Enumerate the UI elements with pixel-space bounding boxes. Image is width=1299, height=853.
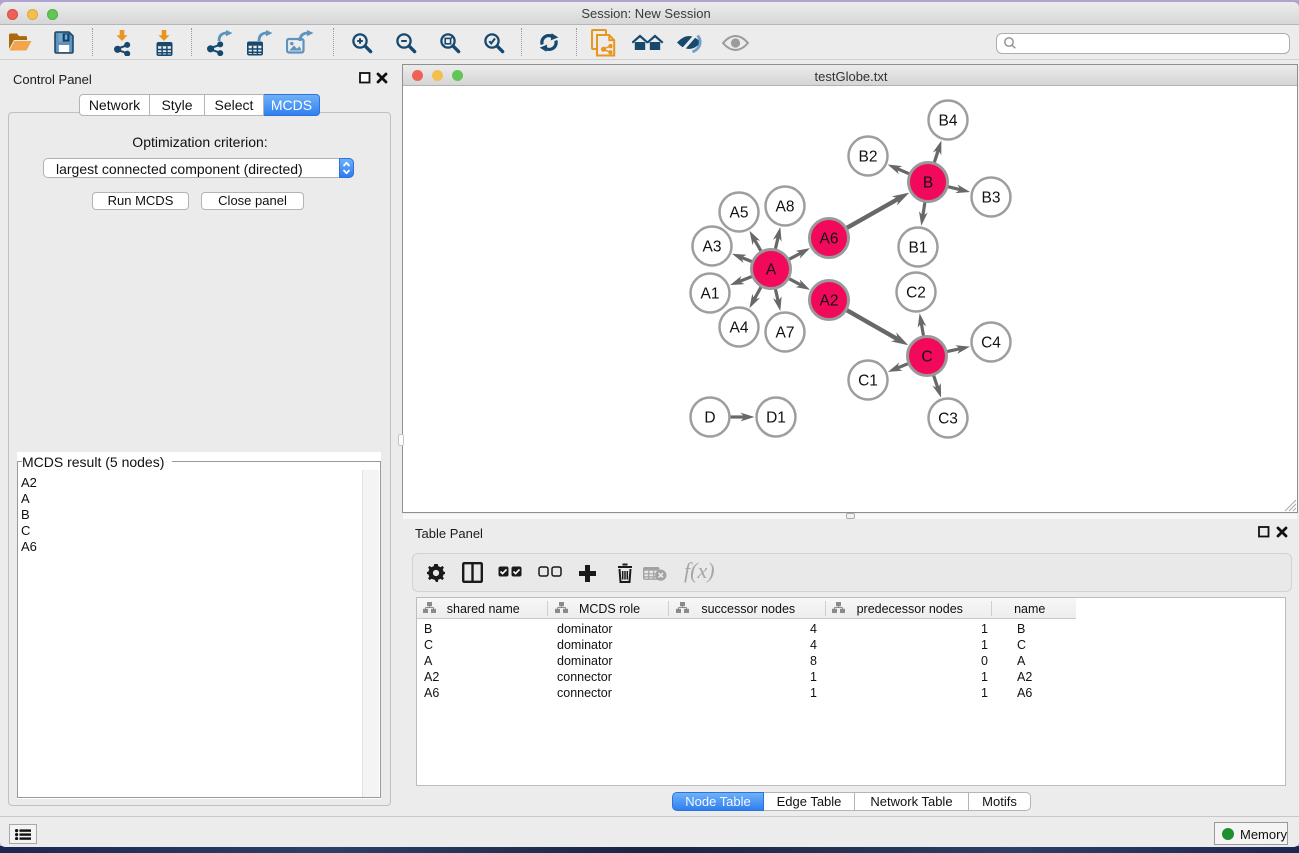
svg-text:A5: A5 bbox=[730, 205, 749, 222]
svg-text:B1: B1 bbox=[909, 240, 928, 257]
svg-text:C2: C2 bbox=[906, 285, 926, 302]
svg-text:A2: A2 bbox=[820, 293, 839, 310]
svg-text:D1: D1 bbox=[766, 410, 786, 427]
svg-text:B3: B3 bbox=[982, 190, 1001, 207]
svg-text:A7: A7 bbox=[776, 325, 795, 342]
svg-text:A: A bbox=[766, 262, 777, 279]
svg-text:C1: C1 bbox=[858, 373, 878, 390]
svg-text:A8: A8 bbox=[776, 199, 795, 216]
svg-text:C4: C4 bbox=[981, 335, 1001, 352]
svg-text:A4: A4 bbox=[730, 320, 749, 337]
svg-text:B4: B4 bbox=[939, 113, 958, 130]
svg-text:A1: A1 bbox=[701, 286, 720, 303]
svg-text:B: B bbox=[923, 175, 933, 192]
svg-text:B2: B2 bbox=[859, 149, 878, 166]
svg-text:D: D bbox=[704, 410, 715, 427]
svg-text:A3: A3 bbox=[703, 239, 722, 256]
svg-text:A6: A6 bbox=[820, 231, 839, 248]
svg-text:C: C bbox=[921, 349, 932, 366]
svg-text:C3: C3 bbox=[938, 411, 958, 428]
